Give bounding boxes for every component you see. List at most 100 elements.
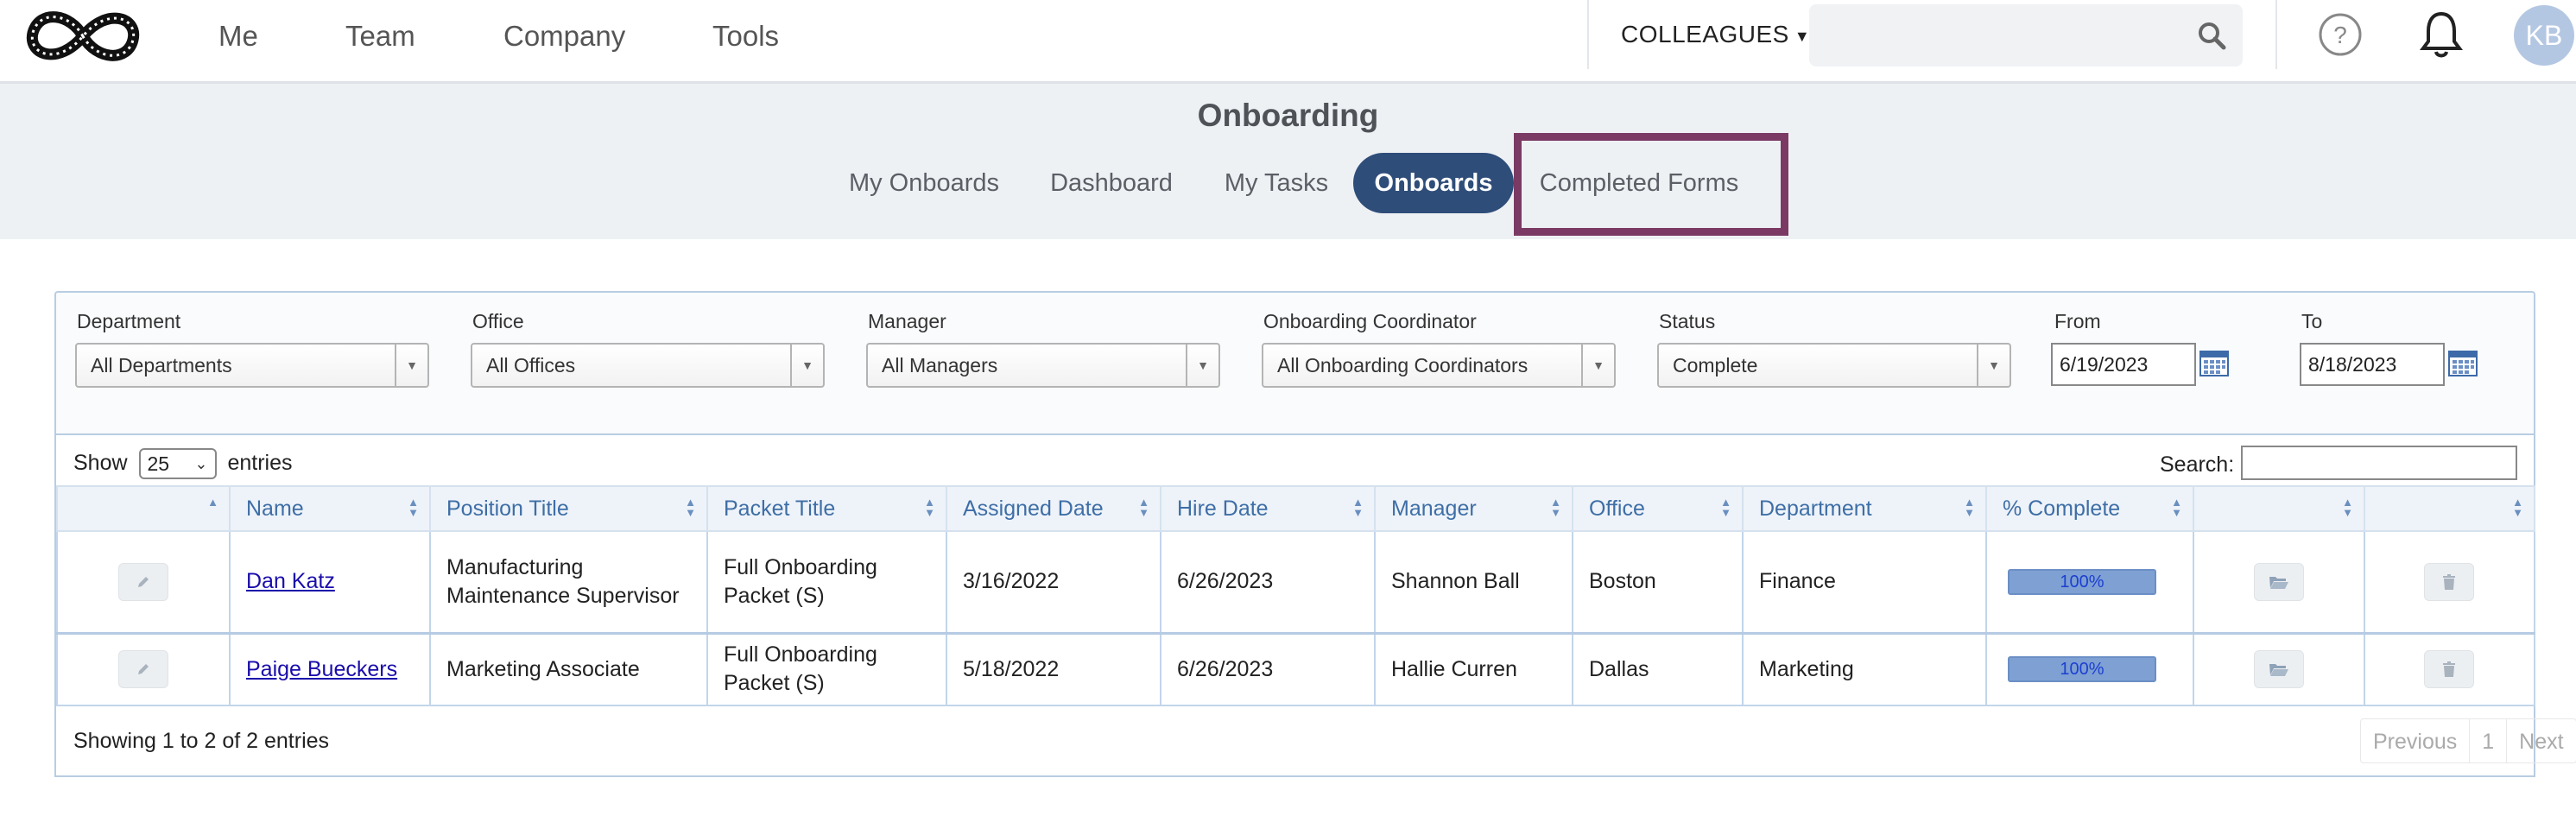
page-1-button[interactable]: 1 bbox=[2470, 719, 2508, 762]
open-folder-button[interactable] bbox=[2253, 562, 2304, 601]
bell-icon[interactable] bbox=[2420, 9, 2463, 59]
from-label: From bbox=[2054, 310, 2101, 332]
assigned-date-cell: 5/18/2022 bbox=[946, 633, 1161, 706]
edit-button[interactable] bbox=[117, 562, 168, 601]
next-button[interactable]: Next bbox=[2507, 719, 2575, 762]
avatar[interactable]: KB bbox=[2514, 5, 2574, 66]
from-date-input[interactable]: 6/19/2023 bbox=[2051, 343, 2196, 386]
department-value: All Departments bbox=[91, 354, 232, 376]
sort-icon: ▲ ▼ bbox=[1550, 496, 1561, 519]
divider bbox=[1587, 0, 1589, 69]
packet-cell: Full Onboarding Packet (S) bbox=[706, 531, 947, 635]
manager-label: Manager bbox=[868, 310, 946, 332]
help-icon[interactable]: ? bbox=[2318, 12, 2363, 57]
table-search-label: Search: bbox=[2160, 452, 2235, 477]
global-search-input[interactable] bbox=[1809, 4, 2243, 66]
onboarding-header: Onboarding My Onboards Dashboard My Task… bbox=[0, 84, 2576, 239]
assigned-date-cell: 3/16/2022 bbox=[946, 531, 1161, 635]
onboards-table-panel: Show 25 ⌄ entries Search: ▲ Name ▲ ▼ Posit… bbox=[54, 435, 2576, 777]
trash-icon bbox=[2443, 661, 2455, 678]
progress-label: 100% bbox=[2060, 660, 2104, 680]
column-header-delete[interactable]: ▲ ▼ bbox=[2364, 485, 2535, 532]
nav-tools[interactable]: Tools bbox=[712, 17, 779, 55]
table-info: Showing 1 to 2 of 2 entries bbox=[73, 729, 330, 753]
page-length-control: Show 25 ⌄ entries bbox=[73, 447, 293, 480]
status-select[interactable]: Complete ▼ bbox=[1657, 343, 2011, 388]
entries-label: entries bbox=[227, 451, 293, 475]
tab-onboards[interactable]: Onboards bbox=[1353, 153, 1514, 213]
manager-cell: Shannon Ball bbox=[1374, 531, 1573, 635]
column-header-actions[interactable]: ▲ bbox=[56, 485, 231, 532]
status-label: Status bbox=[1659, 310, 1716, 332]
chevron-down-icon: ▼ bbox=[790, 345, 823, 386]
column-header-name[interactable]: Name ▲ ▼ bbox=[229, 485, 431, 532]
caret-down-icon: ▼ bbox=[1794, 27, 1811, 45]
edit-button[interactable] bbox=[117, 650, 168, 689]
pagination: Previous 1 Next bbox=[2360, 718, 2576, 763]
column-header-folder[interactable]: ▲ ▼ bbox=[2193, 485, 2365, 532]
column-header-department[interactable]: Department ▲ ▼ bbox=[1742, 485, 1987, 532]
colleagues-dropdown[interactable]: COLLEAGUES ▼ bbox=[1621, 16, 1810, 55]
manager-select[interactable]: All Managers ▼ bbox=[866, 343, 1220, 388]
nav-team[interactable]: Team bbox=[345, 17, 415, 55]
column-header-assigned[interactable]: Assigned Date ▲ ▼ bbox=[946, 485, 1161, 532]
sort-icon: ▲ ▼ bbox=[1138, 496, 1149, 519]
column-header-manager[interactable]: Manager ▲ ▼ bbox=[1374, 485, 1573, 532]
calendar-icon[interactable] bbox=[2199, 350, 2229, 377]
tab-dashboard[interactable]: Dashboard bbox=[1036, 153, 1187, 213]
progress-bar: 100% bbox=[2008, 568, 2156, 595]
folder-open-icon bbox=[2269, 576, 2288, 589]
column-header-position[interactable]: Position Title ▲ ▼ bbox=[429, 485, 708, 532]
department-select[interactable]: All Departments ▼ bbox=[75, 343, 429, 388]
calendar-icon[interactable] bbox=[2448, 350, 2478, 377]
sort-icon: ▲ ▼ bbox=[1964, 496, 1975, 519]
sort-icon: ▲ ▼ bbox=[1352, 496, 1364, 519]
nav-me[interactable]: Me bbox=[218, 17, 258, 55]
employee-name-link[interactable]: Dan Katz bbox=[246, 569, 335, 593]
column-header-hire[interactable]: Hire Date ▲ ▼ bbox=[1160, 485, 1376, 532]
infinity-logo-icon[interactable] bbox=[21, 2, 145, 71]
sort-icon: ▲ ▼ bbox=[2171, 496, 2182, 519]
office-select[interactable]: All Offices ▼ bbox=[471, 343, 825, 388]
hire-date-cell: 6/26/2023 bbox=[1160, 633, 1376, 706]
sort-icon: ▲ ▼ bbox=[1720, 496, 1731, 519]
chevron-down-icon: ▼ bbox=[1186, 345, 1218, 386]
chevron-down-icon: ⌄ bbox=[194, 455, 208, 473]
chevron-down-icon: ▼ bbox=[1977, 345, 2010, 386]
show-label: Show bbox=[73, 451, 128, 475]
table-search-input[interactable] bbox=[2241, 446, 2517, 480]
pencil-icon bbox=[137, 664, 149, 675]
previous-button[interactable]: Previous bbox=[2361, 719, 2471, 762]
to-label: To bbox=[2301, 310, 2323, 332]
pencil-icon bbox=[137, 576, 149, 587]
office-value: All Offices bbox=[486, 354, 576, 376]
open-folder-button[interactable] bbox=[2253, 650, 2304, 689]
delete-button[interactable] bbox=[2424, 562, 2474, 601]
column-header-packet[interactable]: Packet Title ▲ ▼ bbox=[706, 485, 947, 532]
column-header-complete[interactable]: % Complete ▲ ▼ bbox=[1985, 485, 2194, 532]
tab-my-onboards[interactable]: My Onboards bbox=[838, 153, 1010, 213]
packet-cell: Full Onboarding Packet (S) bbox=[706, 633, 947, 706]
search-icon[interactable] bbox=[2196, 20, 2227, 51]
sort-icon: ▲ ▼ bbox=[408, 496, 419, 519]
chevron-down-icon: ▼ bbox=[395, 345, 427, 386]
delete-button[interactable] bbox=[2424, 650, 2474, 689]
colleagues-label: COLLEAGUES bbox=[1621, 21, 1789, 47]
svg-text:?: ? bbox=[2333, 22, 2347, 48]
position-cell: Marketing Associate bbox=[429, 633, 708, 706]
table-row: Dan Katz Manufacturing Maintenance Super… bbox=[56, 531, 2535, 635]
department-label: Department bbox=[77, 310, 181, 332]
page-title: Onboarding bbox=[1197, 98, 1379, 133]
page-length-select[interactable]: 25 ⌄ bbox=[138, 448, 217, 480]
column-header-office[interactable]: Office ▲ ▼ bbox=[1572, 485, 1744, 532]
folder-open-icon bbox=[2269, 664, 2288, 677]
chevron-down-icon: ▼ bbox=[1581, 345, 1614, 386]
progress-bar: 100% bbox=[2008, 656, 2156, 683]
to-date-input[interactable]: 8/18/2023 bbox=[2300, 343, 2445, 386]
tab-my-tasks[interactable]: My Tasks bbox=[1212, 153, 1340, 213]
coordinator-select[interactable]: All Onboarding Coordinators ▼ bbox=[1262, 343, 1616, 388]
sort-icon: ▲ ▼ bbox=[685, 496, 696, 519]
employee-name-link[interactable]: Paige Bueckers bbox=[246, 657, 397, 681]
page-length-value: 25 bbox=[147, 452, 170, 476]
nav-company[interactable]: Company bbox=[503, 17, 625, 55]
